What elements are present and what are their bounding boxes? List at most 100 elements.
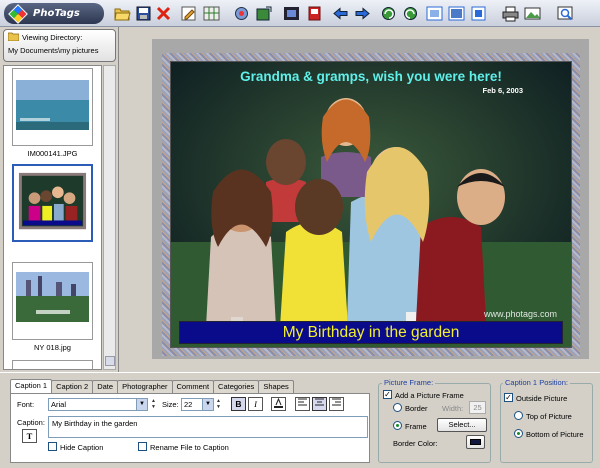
- watermark: www.photags.com: [483, 309, 557, 319]
- top-of-picture-radio[interactable]: [514, 411, 523, 420]
- border-color-button[interactable]: [466, 435, 485, 449]
- color-swatch: [470, 439, 481, 445]
- thumbnail-frame: [12, 262, 93, 340]
- text-color-button[interactable]: [271, 397, 286, 411]
- thumbnail-item[interactable]: IM000141.JPG: [12, 68, 93, 158]
- top-caption: Grandma & gramps, wish you were here!: [240, 69, 502, 84]
- fit-icon[interactable]: [470, 5, 487, 22]
- add-frame-label: Add a Picture Frame: [395, 391, 464, 400]
- open-folder-icon[interactable]: [114, 5, 131, 22]
- caption-textarea[interactable]: My Birthday in the garden: [48, 416, 368, 438]
- tab-comment[interactable]: Comment: [171, 380, 215, 393]
- border-label: Border: [405, 404, 428, 413]
- bottom-of-picture-label: Bottom of Picture: [526, 430, 584, 439]
- thumbnail-image: [16, 266, 89, 336]
- viewing-directory-label: Viewing Directory:: [22, 33, 83, 42]
- film-icon[interactable]: [283, 5, 300, 22]
- app-title: PhoTags: [33, 8, 80, 19]
- tab-photographer[interactable]: Photographer: [117, 380, 173, 393]
- tab-date[interactable]: Date: [92, 380, 119, 393]
- scrollbar-thumb[interactable]: [105, 356, 115, 366]
- width-label: Width:: [442, 404, 464, 413]
- tab-shapes[interactable]: Shapes: [258, 380, 294, 393]
- size-value: 22: [184, 400, 193, 409]
- tab-categories[interactable]: Categories: [213, 380, 260, 393]
- photo[interactable]: Grandma & gramps, wish you were here! Fe…: [170, 61, 572, 348]
- forward-arrow-icon[interactable]: [354, 5, 371, 22]
- align-left-icon: [298, 398, 307, 406]
- back-arrow-icon[interactable]: [332, 5, 349, 22]
- thumbnail-item[interactable]: NY 018.jpg: [12, 262, 93, 352]
- folder-icon: [7, 32, 20, 43]
- preview-area: Grandma & gramps, wish you were here! Fe…: [120, 27, 600, 372]
- align-right-button[interactable]: [329, 397, 344, 411]
- align-center-button[interactable]: [312, 397, 327, 411]
- thumbnail-scrollbar[interactable]: [103, 65, 116, 370]
- italic-button[interactable]: I: [248, 397, 263, 411]
- photo-image: [171, 62, 571, 347]
- edit-icon[interactable]: [180, 5, 197, 22]
- align-center-icon: [315, 398, 324, 406]
- font-label: Font:: [17, 400, 35, 409]
- frame-label: Frame: [405, 422, 427, 431]
- align-left-button[interactable]: [295, 397, 310, 411]
- caption-tabs: Caption 1 Caption 2 Date Photographer Co…: [10, 379, 294, 393]
- thumbnail-frame: [12, 164, 93, 242]
- rotate-left-icon[interactable]: [380, 5, 397, 22]
- photo-date: Feb 6, 2003: [482, 86, 523, 95]
- crop-icon[interactable]: [448, 5, 465, 22]
- border-radio[interactable]: [393, 403, 402, 412]
- size-spin-buttons[interactable]: ▲ ▼: [215, 398, 222, 411]
- bottom-caption: My Birthday in the garden: [179, 321, 563, 344]
- export-icon[interactable]: [256, 5, 273, 22]
- resize-icon[interactable]: [426, 5, 443, 22]
- caption-settings-panel: Caption 1 Caption 2 Date Photographer Co…: [0, 372, 600, 468]
- rename-file-checkbox[interactable]: [138, 442, 147, 451]
- save-icon[interactable]: [135, 5, 152, 22]
- thumbnail-label: NY 018.jpg: [34, 343, 71, 352]
- add-frame-checkbox[interactable]: ✓: [383, 390, 392, 399]
- zoom-icon[interactable]: [557, 5, 574, 22]
- thumbnail-image: [17, 169, 88, 237]
- delete-icon[interactable]: [155, 5, 172, 22]
- bold-button[interactable]: B: [231, 397, 246, 411]
- caption-position-title: Caption 1 Position:: [503, 378, 570, 387]
- hide-caption-checkbox[interactable]: [48, 442, 57, 451]
- directory-path: My Documents\my pictures: [8, 46, 99, 55]
- frame-radio[interactable]: [393, 421, 402, 430]
- font-select[interactable]: Arial ▼: [48, 398, 148, 411]
- book-icon[interactable]: [306, 5, 323, 22]
- size-select[interactable]: 22 ▼: [181, 398, 214, 411]
- text-color-icon: [274, 397, 283, 408]
- caption-tab-panel: Font: Arial ▼ ▲ ▼ Size: 22 ▼ ▲ ▼ B I Capti…: [10, 393, 370, 463]
- print-icon[interactable]: [502, 5, 519, 22]
- align-right-icon: [332, 398, 341, 406]
- font-spin-buttons[interactable]: ▲ ▼: [150, 398, 157, 411]
- rotate-right-icon[interactable]: [402, 5, 419, 22]
- tab-caption-1[interactable]: Caption 1: [10, 379, 53, 393]
- select-frame-button[interactable]: Select...: [437, 418, 487, 432]
- outside-picture-checkbox[interactable]: ✓: [504, 393, 513, 402]
- thumbnail-item[interactable]: [12, 164, 93, 242]
- grid-view-icon[interactable]: [203, 5, 220, 22]
- tab-caption-2[interactable]: Caption 2: [51, 380, 94, 393]
- font-value: Arial: [51, 400, 67, 409]
- outside-picture-label: Outside Picture: [516, 394, 568, 403]
- picture-frame: Grandma & gramps, wish you were here! Fe…: [162, 53, 580, 356]
- directory-box[interactable]: Viewing Directory: My Documents\my pictu…: [3, 29, 116, 62]
- thumbnail-sidebar: Viewing Directory: My Documents\my pictu…: [0, 27, 119, 372]
- bottom-of-picture-radio[interactable]: [514, 429, 523, 438]
- thumbnail-image: [16, 72, 89, 142]
- thumbnail-list: IM000141.JPG NY 018.jpg: [3, 65, 102, 370]
- app-logo: PhoTags: [4, 3, 104, 24]
- width-input[interactable]: 25: [469, 401, 486, 414]
- image-icon[interactable]: [524, 5, 541, 22]
- border-color-label: Border Color:: [393, 439, 438, 448]
- settings-icon[interactable]: [233, 5, 250, 22]
- text-style-button[interactable]: T: [22, 429, 37, 443]
- thumbnail-label: IM000141.JPG: [27, 149, 78, 158]
- thumbnail-partial: [12, 360, 93, 369]
- caption-label: Caption:: [17, 418, 45, 427]
- rename-file-label: Rename File to Caption: [150, 443, 229, 452]
- chevron-down-icon: ▼: [202, 399, 213, 410]
